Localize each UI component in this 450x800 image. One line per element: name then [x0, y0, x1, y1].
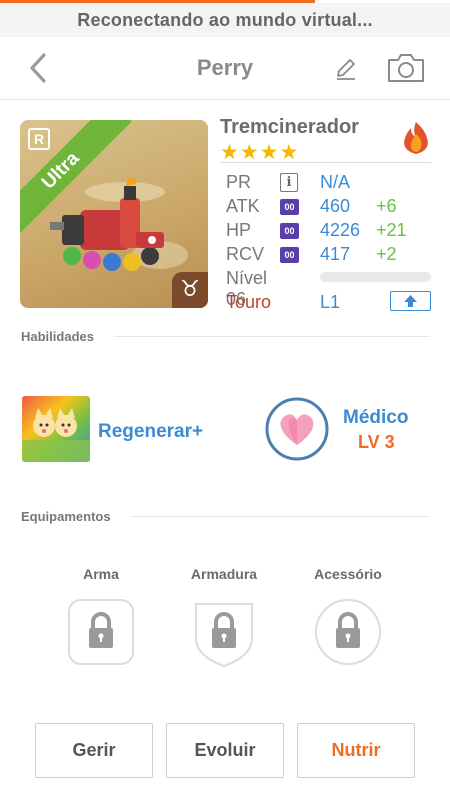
- stat-label: HP: [226, 220, 252, 240]
- page-title: Perry: [196, 55, 254, 80]
- active-skill-icon[interactable]: [22, 396, 90, 462]
- monster-card[interactable]: R Ultra ♉: [20, 120, 208, 308]
- camera-icon: [388, 54, 424, 82]
- fire-element-icon: [399, 120, 433, 156]
- equipment-section-title: Equipamentos: [21, 509, 111, 524]
- edit-name-button[interactable]: [333, 56, 359, 82]
- evolve-button[interactable]: Evoluir: [166, 723, 284, 778]
- sign-label: Touro: [226, 292, 272, 312]
- divider: [220, 162, 431, 163]
- stat-label: ATK: [226, 196, 260, 216]
- equipment-slot-weapon[interactable]: Arma: [61, 566, 141, 665]
- upgrade-sign-button[interactable]: [390, 291, 431, 311]
- divider: [114, 336, 430, 337]
- divider: [130, 516, 430, 517]
- leader-skill-level: LV 3: [358, 432, 395, 452]
- stat-label: RCV: [226, 244, 265, 264]
- stat-bonus: +21: [376, 220, 407, 240]
- taurus-icon: ♉: [180, 277, 200, 302]
- header: Perry: [0, 38, 450, 100]
- skills-section-title: Habilidades: [21, 329, 94, 344]
- leader-skill-icon[interactable]: [265, 397, 329, 461]
- camera-button[interactable]: [386, 52, 426, 84]
- sign-level: L1: [320, 292, 341, 312]
- leader-skill-name: Médico: [343, 407, 409, 428]
- stat-badge: 00: [280, 199, 299, 215]
- zodiac-badge: ♉: [172, 272, 208, 308]
- stat-label: PR: [226, 172, 252, 192]
- feed-button[interactable]: Nutrir: [297, 723, 415, 778]
- stat-bonus: +6: [376, 196, 397, 216]
- equipment-slot-accessory[interactable]: Acessório: [308, 566, 388, 665]
- stat-badge: 00: [280, 223, 299, 239]
- stat-value: N/A: [320, 172, 351, 192]
- rarity-r-badge: R: [28, 128, 50, 150]
- equipment-label: Armadura: [190, 566, 258, 582]
- active-skill-name[interactable]: Regenerar+: [98, 421, 203, 443]
- lock-icon: [195, 603, 253, 668]
- equipment-label: Acessório: [314, 566, 382, 582]
- lock-icon: [315, 599, 381, 665]
- stat-value: 460: [320, 196, 351, 216]
- stat-value: 4226: [320, 220, 361, 240]
- monster-name: Tremcinerador: [220, 116, 359, 138]
- equipment-slot-armor[interactable]: Armadura: [184, 566, 264, 668]
- stat-bonus: +2: [376, 244, 397, 264]
- heart-icon: [265, 397, 329, 461]
- status-banner: Reconectando ao mundo virtual...: [0, 3, 450, 37]
- lock-icon: [68, 599, 134, 665]
- info-icon[interactable]: i: [280, 173, 298, 192]
- pencil-icon: [337, 59, 355, 80]
- equipment-label: Arma: [83, 566, 119, 582]
- stat-badge: 00: [280, 247, 299, 263]
- manage-button[interactable]: Gerir: [35, 723, 153, 778]
- stat-value: 417: [320, 244, 351, 264]
- experience-bar: [320, 272, 431, 282]
- arrow-up-icon: [404, 295, 417, 307]
